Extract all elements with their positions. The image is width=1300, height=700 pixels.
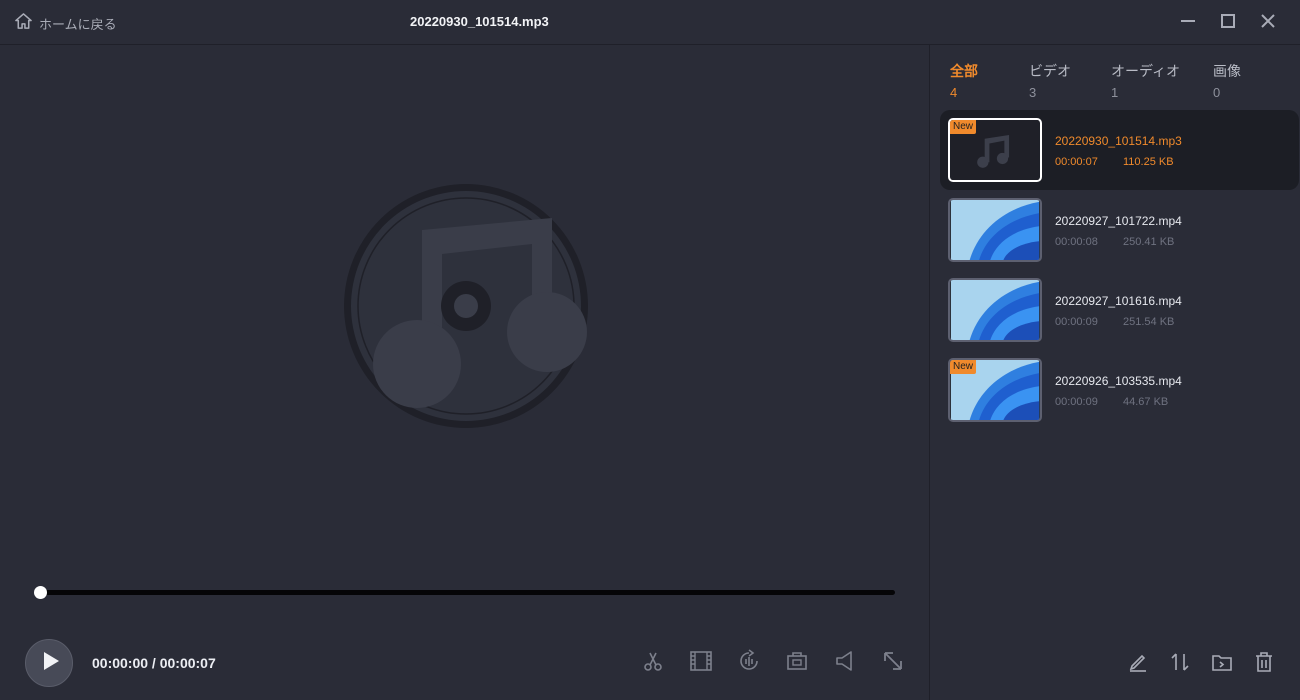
film-frames-icon bbox=[689, 649, 713, 678]
home-label: ホームに戻る bbox=[39, 16, 117, 32]
file-name: 20220927_101722.mp4 bbox=[1055, 214, 1182, 228]
window-title: 20220930_101514.mp3 bbox=[410, 14, 549, 29]
play-button[interactable] bbox=[25, 639, 73, 687]
close-button[interactable] bbox=[1256, 11, 1280, 35]
file-size: 251.54 KB bbox=[1123, 316, 1175, 328]
file-size: 44.67 KB bbox=[1123, 396, 1169, 408]
file-list-item[interactable]: New 20220930_101514.mp3 00:00:07 110.25 … bbox=[940, 110, 1299, 190]
windows-wallpaper-thumbnail bbox=[950, 200, 1040, 260]
file-size: 110.25 KB bbox=[1123, 156, 1174, 168]
tab-label: オーディオ bbox=[1111, 63, 1181, 79]
file-list-item[interactable]: New 20220926_103535.mp4 00:00:09 44.67 K… bbox=[940, 350, 1299, 430]
frames-button[interactable] bbox=[688, 650, 714, 676]
file-thumbnail bbox=[948, 278, 1042, 342]
scissors-icon bbox=[641, 649, 665, 678]
file-duration: 00:00:07 bbox=[1055, 156, 1098, 168]
tab-count: 1 bbox=[1111, 85, 1119, 100]
file-duration: 00:00:09 bbox=[1055, 396, 1098, 408]
minimize-icon bbox=[1180, 13, 1196, 34]
open-folder-button[interactable] bbox=[1210, 652, 1234, 676]
file-name: 20220926_103535.mp4 bbox=[1055, 374, 1182, 388]
sort-icon bbox=[1169, 651, 1191, 678]
audio-placeholder-artwork bbox=[342, 182, 590, 430]
progress-bar[interactable] bbox=[34, 586, 895, 599]
tab-video[interactable]: ビデオ 3 bbox=[1029, 61, 1071, 100]
home-icon bbox=[14, 12, 33, 34]
file-thumbnail bbox=[948, 198, 1042, 262]
windows-wallpaper-thumbnail bbox=[950, 280, 1040, 340]
delete-button[interactable] bbox=[1252, 651, 1276, 678]
maximize-button[interactable] bbox=[1216, 11, 1240, 35]
file-duration: 00:00:09 bbox=[1055, 316, 1098, 328]
progress-handle[interactable] bbox=[34, 586, 47, 599]
tab-label: 画像 bbox=[1213, 63, 1241, 79]
file-thumbnail: New bbox=[948, 358, 1042, 422]
tab-audio[interactable]: オーディオ 1 bbox=[1111, 61, 1180, 100]
fullscreen-button[interactable] bbox=[880, 650, 906, 676]
media-list-panel: 全部 4 ビデオ 3 オーディオ 1 画像 0 New 20220930_101… bbox=[931, 45, 1300, 700]
new-badge: New bbox=[950, 360, 977, 374]
snapshot-button[interactable] bbox=[784, 650, 810, 676]
file-list-item[interactable]: 20220927_101616.mp4 00:00:09 251.54 KB bbox=[940, 270, 1299, 350]
file-thumbnail: New bbox=[948, 118, 1042, 182]
trash-icon bbox=[1253, 651, 1275, 678]
tab-label: 全部 bbox=[950, 63, 978, 79]
tab-images[interactable]: 画像 0 bbox=[1213, 61, 1241, 100]
trim-button[interactable] bbox=[640, 650, 666, 676]
tab-count: 4 bbox=[950, 85, 958, 100]
volume-button[interactable] bbox=[832, 650, 858, 676]
rename-button[interactable] bbox=[1126, 652, 1150, 676]
tab-all[interactable]: 全部 4 bbox=[950, 61, 978, 100]
back-to-home-button[interactable]: ホームに戻る bbox=[14, 12, 117, 34]
tab-label: ビデオ bbox=[1029, 63, 1071, 79]
play-icon bbox=[38, 651, 61, 676]
player-area: 00:00:00 / 00:00:07 bbox=[0, 45, 930, 700]
file-duration: 00:00:08 bbox=[1055, 236, 1098, 248]
file-name: 20220927_101616.mp4 bbox=[1055, 294, 1182, 308]
minimize-button[interactable] bbox=[1176, 11, 1200, 35]
maximize-icon bbox=[1220, 13, 1236, 34]
tab-count: 0 bbox=[1213, 85, 1221, 100]
title-bar: ホームに戻る 20220930_101514.mp3 bbox=[0, 0, 1300, 45]
tab-count: 3 bbox=[1029, 85, 1037, 100]
new-badge: New bbox=[950, 120, 977, 134]
open-folder-icon bbox=[1211, 651, 1233, 678]
file-size: 250.41 KB bbox=[1123, 236, 1175, 248]
close-icon bbox=[1260, 13, 1276, 34]
file-list-item[interactable]: 20220927_101722.mp4 00:00:08 250.41 KB bbox=[940, 190, 1299, 270]
speaker-icon bbox=[833, 649, 857, 678]
camera-icon bbox=[785, 649, 809, 678]
music-note-icon bbox=[344, 184, 588, 428]
rotate-button[interactable] bbox=[736, 648, 762, 678]
edit-icon bbox=[1127, 651, 1149, 678]
file-name: 20220930_101514.mp3 bbox=[1055, 134, 1182, 148]
sort-button[interactable] bbox=[1168, 652, 1192, 676]
time-display: 00:00:00 / 00:00:07 bbox=[92, 655, 216, 671]
rotate-icon bbox=[737, 648, 761, 678]
resize-arrow-icon bbox=[881, 649, 905, 678]
